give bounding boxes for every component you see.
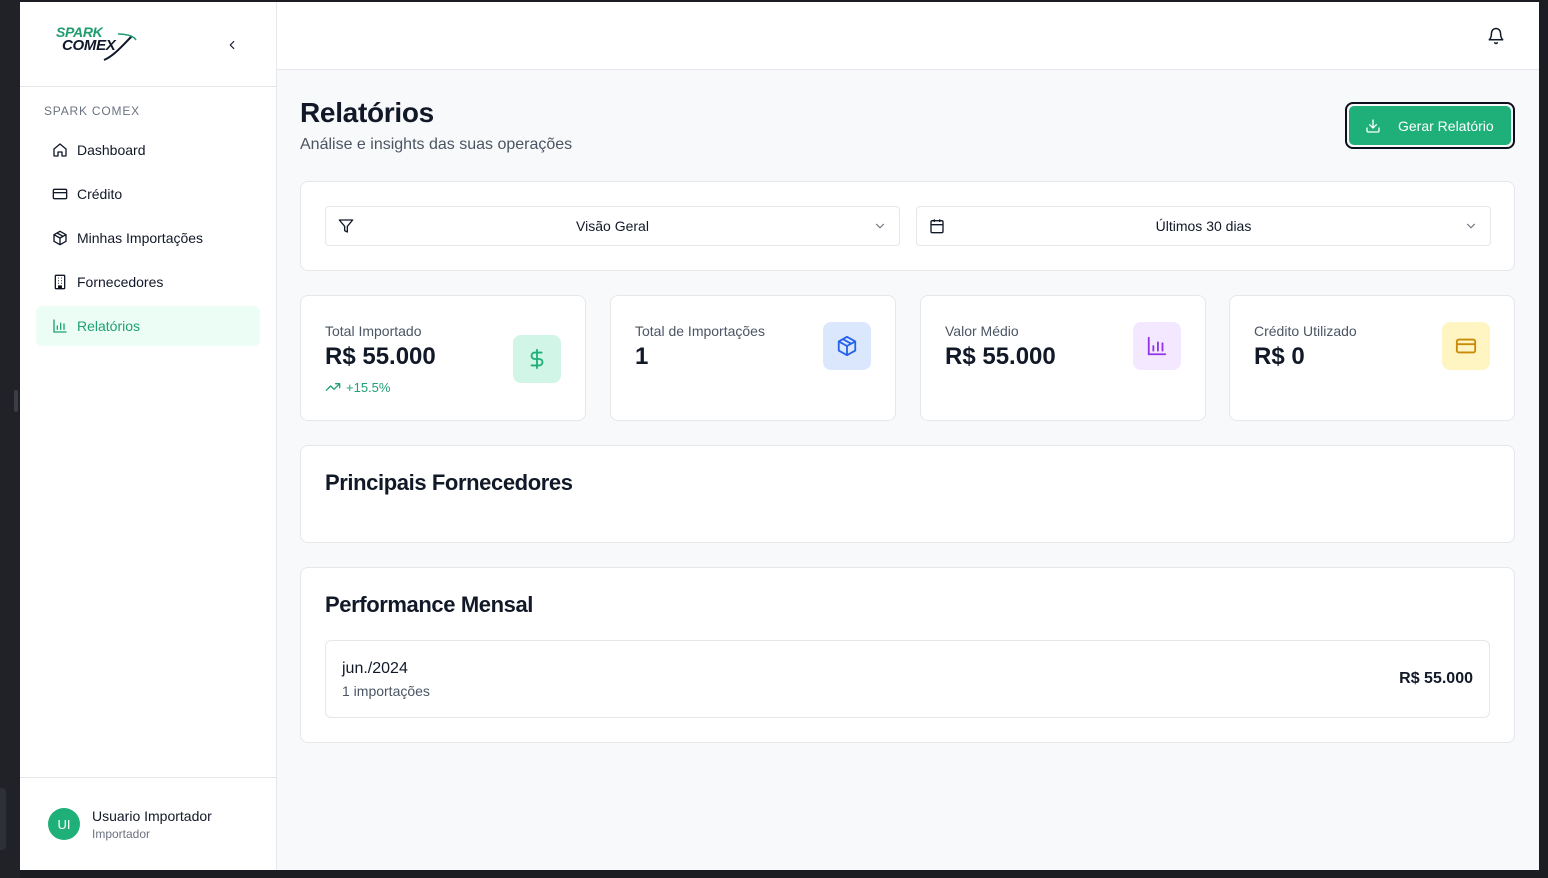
sidebar-item-label: Crédito bbox=[77, 186, 123, 202]
package-icon bbox=[823, 322, 871, 370]
sidebar-nav: Dashboard Crédito Minhas Importações For… bbox=[36, 130, 260, 350]
sidebar-item-label: Minhas Importações bbox=[77, 230, 204, 246]
trending-up-icon bbox=[325, 383, 341, 391]
user-profile[interactable]: UI Usuario Importador Importador bbox=[20, 777, 277, 870]
period-select[interactable]: Últimos 30 dias bbox=[916, 206, 1491, 246]
sidebar: SPARK COMEX SPARK COMEX Dashboard Crédit… bbox=[20, 2, 277, 870]
notifications-button[interactable] bbox=[1487, 27, 1505, 45]
performance-title: Performance Mensal bbox=[325, 592, 533, 617]
suppliers-title: Principais Fornecedores bbox=[325, 470, 573, 495]
suppliers-card: Principais Fornecedores bbox=[300, 445, 1515, 543]
chevron-down-icon bbox=[1466, 223, 1476, 229]
bar-chart-icon bbox=[1133, 322, 1181, 370]
sidebar-item-relatorios[interactable]: Relatórios bbox=[36, 306, 260, 346]
calendar-icon bbox=[930, 219, 944, 234]
stat-card-total-importado: Total Importado R$ 55.000 +15.5% bbox=[300, 295, 586, 421]
performance-count: 1 importações bbox=[342, 683, 430, 699]
stat-card-credito-utilizado: Crédito Utilizado R$ 0 bbox=[1229, 295, 1515, 421]
performance-card: Performance Mensal jun./2024 1 importaçõ… bbox=[300, 567, 1515, 743]
performance-month: jun./2024 bbox=[342, 660, 408, 677]
sidebar-item-credito[interactable]: Crédito bbox=[36, 174, 260, 214]
stat-trend-value: +15.5% bbox=[346, 379, 391, 395]
sidebar-item-label: Dashboard bbox=[77, 142, 146, 158]
user-role: Importador bbox=[92, 827, 151, 841]
stat-label: Total Importado bbox=[325, 323, 422, 339]
performance-value: R$ 55.000 bbox=[1399, 670, 1473, 687]
app-window: SPARK COMEX SPARK COMEX Dashboard Crédit… bbox=[20, 2, 1539, 870]
generate-report-button[interactable]: Gerar Relatório bbox=[1345, 102, 1515, 149]
stat-label: Valor Médio bbox=[945, 323, 1019, 339]
building-icon bbox=[52, 274, 68, 290]
collapse-sidebar-button[interactable] bbox=[220, 33, 244, 57]
window-left-edge bbox=[0, 0, 20, 878]
logo-swoosh-icon bbox=[103, 33, 137, 61]
stat-card-valor-medio: Valor Médio R$ 55.000 bbox=[920, 295, 1206, 421]
sidebar-section-label: SPARK COMEX bbox=[44, 104, 140, 118]
user-name: Usuario Importador bbox=[92, 808, 212, 824]
filters-card: Visão Geral Últimos 30 dias bbox=[300, 181, 1515, 271]
period-select-value: Últimos 30 dias bbox=[1155, 218, 1252, 234]
package-icon bbox=[52, 230, 68, 246]
home-icon bbox=[52, 142, 68, 158]
logo[interactable]: SPARK COMEX bbox=[56, 25, 138, 62]
stat-value: R$ 0 bbox=[1254, 343, 1305, 370]
stat-label: Total de Importações bbox=[635, 323, 765, 339]
bell-icon bbox=[1488, 27, 1504, 45]
view-select[interactable]: Visão Geral bbox=[325, 206, 900, 246]
sidebar-item-fornecedores[interactable]: Fornecedores bbox=[36, 262, 260, 302]
credit-card-icon bbox=[52, 186, 68, 202]
bar-chart-icon bbox=[52, 318, 68, 334]
generate-report-label: Gerar Relatório bbox=[1398, 117, 1494, 134]
stat-label: Crédito Utilizado bbox=[1254, 323, 1357, 339]
page-subtitle: Análise e insights das suas operações bbox=[300, 136, 573, 153]
credit-card-icon bbox=[1442, 322, 1490, 370]
resize-handle[interactable] bbox=[14, 390, 18, 412]
stat-value: R$ 55.000 bbox=[945, 343, 1056, 370]
stat-value: R$ 55.000 bbox=[325, 343, 436, 370]
avatar: UI bbox=[48, 808, 80, 840]
sidebar-item-label: Relatórios bbox=[77, 318, 141, 334]
edge-tab[interactable] bbox=[0, 788, 6, 850]
performance-row[interactable]: jun./2024 1 importações R$ 55.000 bbox=[325, 640, 1490, 718]
stat-card-total-importacoes: Total de Importações 1 bbox=[610, 295, 896, 421]
sidebar-item-dashboard[interactable]: Dashboard bbox=[36, 130, 260, 170]
filter-icon bbox=[338, 219, 354, 233]
sidebar-item-importacoes[interactable]: Minhas Importações bbox=[36, 218, 260, 258]
view-select-value: Visão Geral bbox=[576, 218, 649, 234]
download-icon bbox=[1366, 118, 1380, 133]
stat-trend: +15.5% bbox=[325, 379, 390, 395]
top-bar bbox=[277, 2, 1539, 70]
sidebar-item-label: Fornecedores bbox=[77, 274, 164, 290]
stat-value: 1 bbox=[635, 343, 649, 370]
brand-area: SPARK COMEX bbox=[20, 2, 276, 87]
page-title: Relatórios bbox=[300, 97, 434, 128]
chevron-left-icon bbox=[229, 40, 235, 50]
chevron-down-icon bbox=[875, 223, 885, 229]
dollar-icon bbox=[513, 335, 561, 383]
